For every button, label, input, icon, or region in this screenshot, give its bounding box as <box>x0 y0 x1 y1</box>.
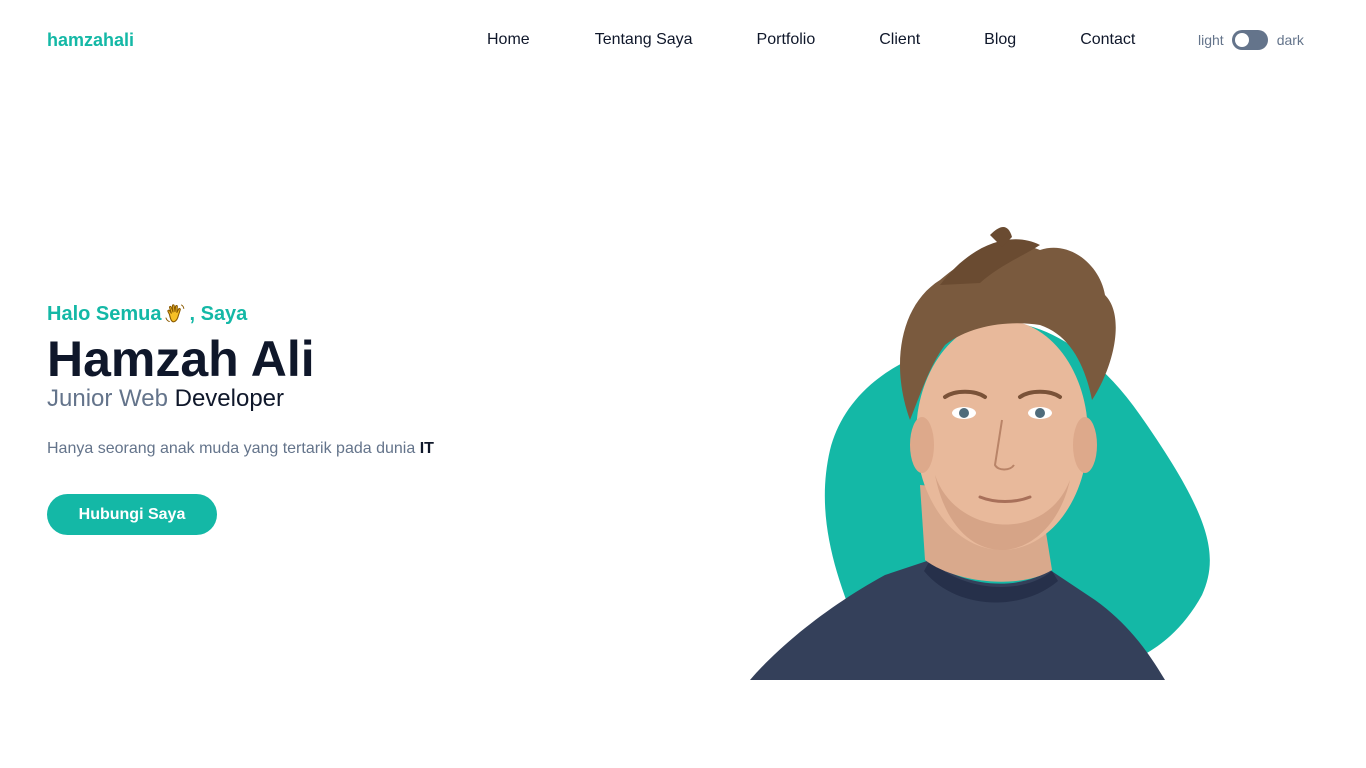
main-nav: Home Tentang Saya Portfolio Client Blog … <box>487 30 1135 50</box>
theme-toggle[interactable] <box>1231 30 1268 50</box>
theme-switcher: light dark <box>1198 30 1304 50</box>
portrait-face <box>916 320 1088 550</box>
hero-tagline: Hanya seorang anak muda yang tertarik pa… <box>47 437 647 461</box>
hero-portrait <box>750 227 1210 680</box>
hero-role: Junior Web Developer <box>47 385 647 413</box>
nav-home[interactable]: Home <box>487 30 530 50</box>
tagline-text: Hanya seorang anak muda yang tertarik pa… <box>47 440 416 457</box>
nav-blog[interactable]: Blog <box>984 30 1016 50</box>
greeting-suffix: , Saya <box>189 303 248 325</box>
nav-client[interactable]: Client <box>879 30 920 50</box>
waving-hand-icon <box>165 304 185 323</box>
site-header: hamzahali Home Tentang Saya Portfolio Cl… <box>0 0 1349 80</box>
hero-name: Hamzah Ali <box>47 331 315 387</box>
brand-logo[interactable]: hamzahali <box>47 30 134 51</box>
hero-intro: Halo Semua , Saya Hamzah Ali Junior Web … <box>47 300 647 535</box>
greeting-prefix: Halo Semua <box>47 303 162 325</box>
nav-portfolio[interactable]: Portfolio <box>757 30 816 50</box>
contact-me-button[interactable]: Hubungi Saya <box>47 494 217 535</box>
nav-tentang-saya[interactable]: Tentang Saya <box>595 30 693 50</box>
tagline-bold: IT <box>419 440 434 457</box>
nav-contact[interactable]: Contact <box>1080 30 1135 50</box>
theme-toggle-knob <box>1234 33 1249 47</box>
role-strong: Developer <box>174 385 285 412</box>
role-muted: Junior Web <box>47 385 168 412</box>
theme-light-label: light <box>1198 32 1224 48</box>
page: hamzahali Home Tentang Saya Portfolio Cl… <box>0 0 1349 768</box>
hero-greeting: Halo Semua , Saya <box>47 300 647 328</box>
theme-dark-label: dark <box>1276 32 1304 48</box>
